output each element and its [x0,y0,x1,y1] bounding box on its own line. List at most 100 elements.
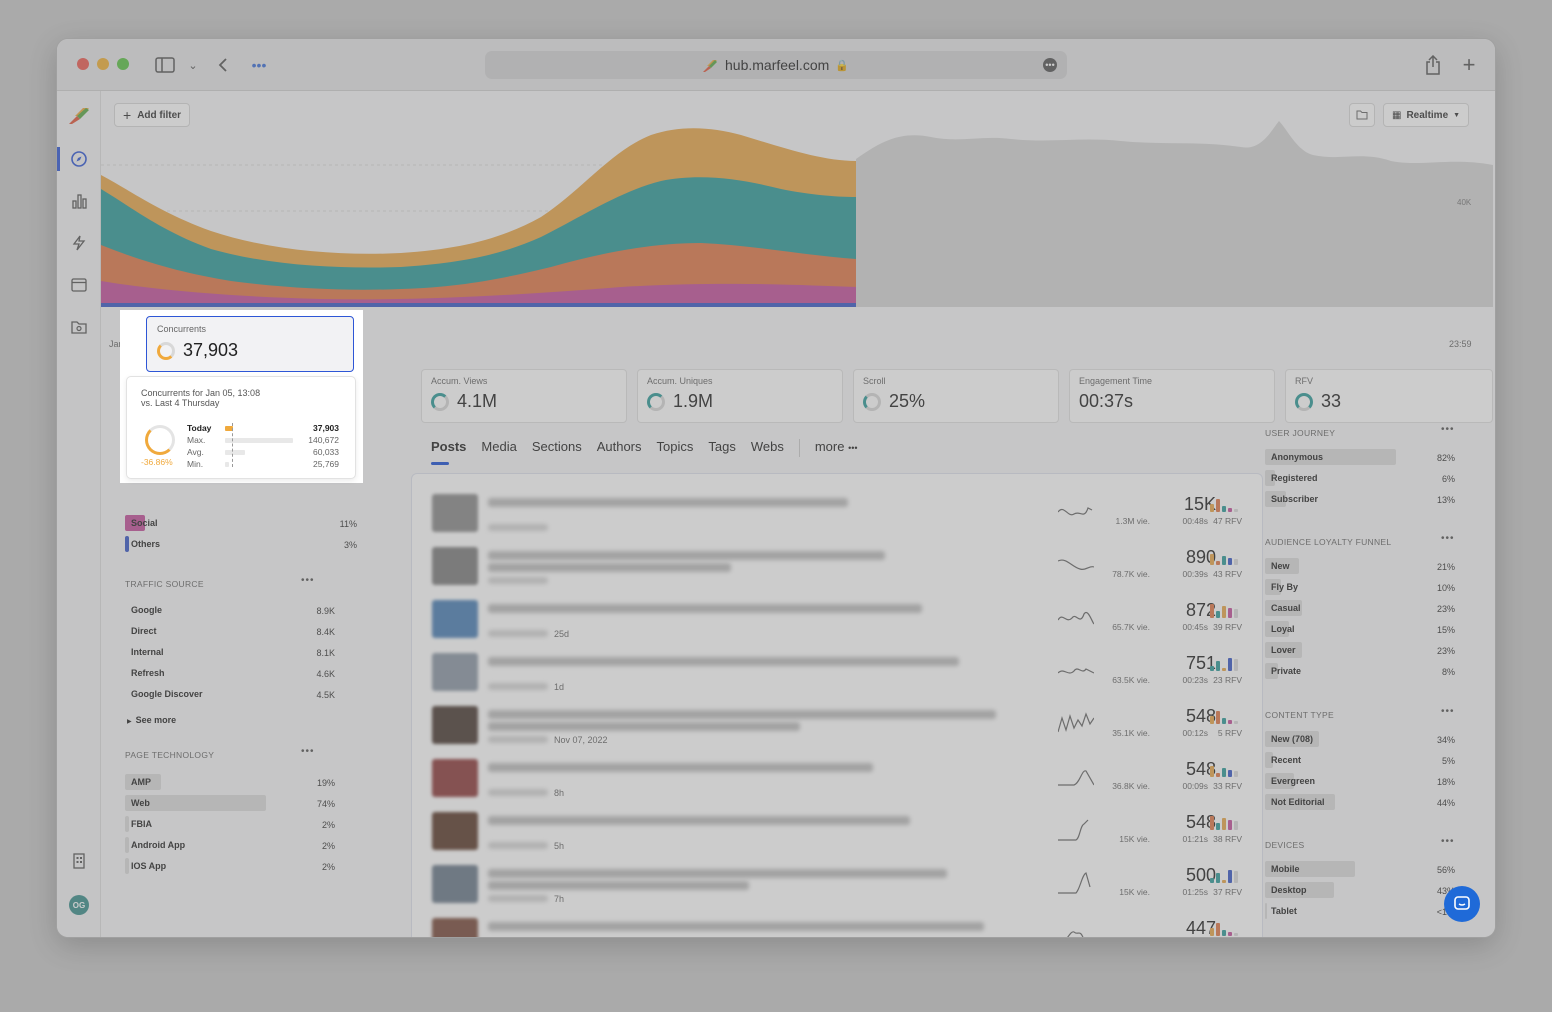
traffic-source-menu-icon[interactable]: ••• [301,575,315,586]
tab-authors[interactable]: Authors [597,439,642,457]
add-filter-label: Add filter [137,109,182,121]
rfv-bar [1228,608,1232,618]
content-type-row[interactable]: New (708) [1265,731,1425,747]
page-technology-row[interactable]: Android App [125,837,275,853]
stat-card-rfv[interactable]: RFV 33 [1285,369,1493,423]
sidebar-toggle-icon[interactable] [153,53,177,77]
page-technology-row[interactable]: IOS App [125,858,275,874]
compass-icon[interactable] [69,149,89,169]
traffic-source-row[interactable]: Refresh [125,665,275,681]
page-technology-menu-icon[interactable]: ••• [301,746,315,757]
loyalty-row[interactable]: Casual [1265,600,1425,616]
see-more-link[interactable]: ▶ See more [127,715,176,725]
stat-card-scroll[interactable]: Scroll 25% [853,369,1059,423]
content-type-row[interactable]: Recent [1265,752,1425,768]
post-thumbnail [432,547,478,585]
stat-value: 37,903 [183,340,239,360]
post-rfv-bars [1210,816,1240,830]
loyalty-menu-icon[interactable]: ••• [1441,533,1455,544]
page-menu-icon[interactable]: ••• [1043,58,1057,72]
bar-chart-icon[interactable] [69,191,89,211]
post-row[interactable]: 25d 65.7K vie. 872 00:45s 39 RFV [432,600,1244,648]
devices-menu-icon[interactable]: ••• [1441,836,1455,847]
post-thumbnail [432,812,478,850]
address-bar[interactable]: hub.marfeel.com 🔒 ••• [485,51,1067,79]
content-type-row[interactable]: Not Editorial [1265,794,1425,810]
tab-topics[interactable]: Topics [657,439,694,457]
content-type-row[interactable]: Evergreen [1265,773,1425,789]
user-journey-menu-icon[interactable]: ••• [1441,424,1455,435]
tooltip-change: -36.86% [141,457,173,467]
tab-more[interactable]: more ••• [815,439,858,457]
traffic-source-row[interactable]: Internal [125,644,275,660]
loyalty-row[interactable]: Private [1265,663,1425,679]
user-journey-row[interactable]: Anonymous [1265,449,1425,465]
post-author-blurred [488,683,548,690]
post-row[interactable]: Nov 07, 2022 35.1K vie. 548 00:12s 5 RFV [432,706,1244,754]
lightning-icon[interactable] [69,233,89,253]
page-technology-row[interactable]: Web [125,795,275,811]
devices-row[interactable]: Desktop [1265,882,1425,898]
minimize-window-button[interactable] [97,58,109,70]
traffic-source-row[interactable]: Google [125,602,275,618]
list-item-label: Social [131,518,158,528]
close-window-button[interactable] [77,58,89,70]
user-journey-row[interactable]: Subscriber [1265,491,1425,507]
post-row[interactable]: 5h 15K vie. 548 01:21s 38 RFV [432,812,1244,860]
stat-card-accum-views[interactable]: Accum. Views 4.1M [421,369,627,423]
post-row[interactable]: 13h 76.4K vie. 447 00:29s 15 RFV [432,918,1244,937]
traffic-source-row[interactable]: Direct [125,623,275,639]
concurrents-area-chart[interactable] [101,121,1493,311]
folder-icon[interactable] [69,317,89,337]
loyalty-row[interactable]: New [1265,558,1425,574]
chevron-down-icon[interactable]: ⌄ [181,53,205,77]
post-row[interactable]: 8h 36.8K vie. 548 00:09s 33 RFV [432,759,1244,807]
browser-icon[interactable] [69,275,89,295]
tab-sections[interactable]: Sections [532,439,582,457]
extensions-icon[interactable]: ••• [247,53,271,77]
list-item-value: 13% [1436,495,1455,505]
stat-value: 25% [889,391,926,411]
traffic-source-row[interactable]: Google Discover [125,686,275,702]
content-type-menu-icon[interactable]: ••• [1441,706,1455,717]
rfv-bar [1222,556,1226,565]
stat-card-concurrents[interactable]: Concurrents 37,903 [146,316,354,372]
posts-list: 1.3M vie. 15K 00:48s 47 RFV 78.7K vie. 8… [411,473,1263,937]
post-row[interactable]: 1.3M vie. 15K 00:48s 47 RFV [432,494,1244,542]
tab-webs[interactable]: Webs [751,439,784,457]
building-icon[interactable] [69,851,89,871]
post-rfv: 43 RFV [1213,569,1242,579]
rfv-bar [1222,880,1226,883]
list-item-social[interactable]: Social [125,515,315,531]
tab-tags[interactable]: Tags [708,439,735,457]
rfv-bar [1210,878,1214,883]
post-row[interactable]: 78.7K vie. 890 00:39s 43 RFV [432,547,1244,595]
devices-row[interactable]: Mobile [1265,861,1425,877]
loyalty-row[interactable]: Lover [1265,642,1425,658]
loyalty-row[interactable]: Fly By [1265,579,1425,595]
page-technology-row[interactable]: FBIA [125,816,275,832]
stat-card-engagement-time[interactable]: Engagement Time 00:37s [1069,369,1275,423]
user-avatar[interactable]: OG [69,895,89,915]
page-technology-row[interactable]: AMP [125,774,275,790]
post-row[interactable]: 1d 63.5K vie. 751 00:23s 23 RFV [432,653,1244,701]
new-tab-icon[interactable]: + [1457,52,1481,77]
rfv-bar [1234,871,1238,883]
tooltip-min-bar [225,462,229,467]
more-dots-icon: ••• [848,443,858,453]
devices-row[interactable]: Tablet [1265,903,1425,919]
tab-media[interactable]: Media [481,439,516,457]
user-journey-row[interactable]: Registered [1265,470,1425,486]
marfeel-logo-icon[interactable] [69,105,89,125]
loyalty-row[interactable]: Loyal [1265,621,1425,637]
list-item-others[interactable]: Others [125,536,315,552]
back-arrow-icon[interactable] [211,53,235,77]
list-item-label: AMP [131,777,151,787]
share-icon[interactable] [1421,53,1445,77]
maximize-window-button[interactable] [117,58,129,70]
rfv-bar [1228,770,1232,777]
chat-support-button[interactable] [1444,886,1480,922]
tab-posts[interactable]: Posts [431,439,466,465]
post-row[interactable]: 7h 15K vie. 500 01:25s 37 RFV [432,865,1244,913]
stat-card-accum-uniques[interactable]: Accum. Uniques 1.9M [637,369,843,423]
